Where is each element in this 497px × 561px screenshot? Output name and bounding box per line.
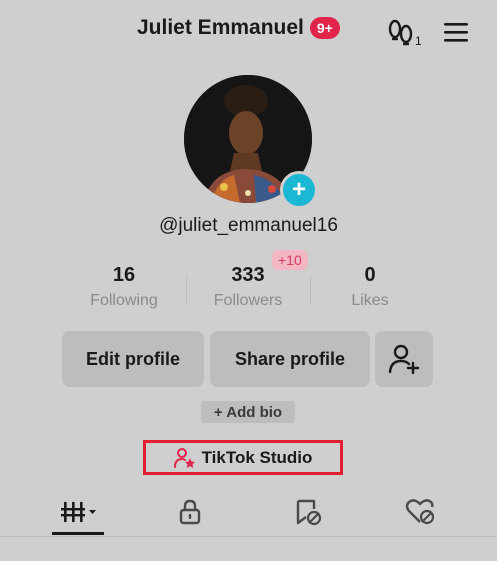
likes-count: 0	[364, 264, 376, 286]
notification-badge: 9+	[309, 17, 340, 39]
stat-following[interactable]: 16 Following	[62, 262, 186, 310]
chevron-down-icon	[89, 510, 96, 514]
stat-likes[interactable]: 0 Likes	[308, 262, 432, 310]
content-tabs	[0, 490, 497, 536]
friends-count: 1	[415, 34, 422, 48]
creator-star-icon	[173, 447, 195, 468]
followers-label: Followers	[213, 292, 283, 309]
footprints-icon: 1	[388, 19, 422, 48]
tiktok-studio-label: TikTok Studio	[201, 447, 313, 467]
add-avatar-button[interactable]: +	[280, 171, 318, 209]
add-user-icon	[388, 344, 420, 375]
menu-button[interactable]	[442, 20, 470, 44]
edit-profile-button[interactable]: Edit profile	[62, 331, 204, 387]
share-profile-button[interactable]: Share profile	[210, 331, 370, 387]
liked-hidden-icon	[405, 499, 435, 525]
friends-button[interactable]: 1	[385, 18, 425, 48]
following-label: Following	[90, 292, 158, 309]
hamburger-menu-icon	[444, 23, 468, 42]
tabs-divider	[0, 536, 497, 537]
top-bar: Juliet Emmanuel 9+ 1	[0, 0, 497, 64]
profile-title: Juliet Emmanuel	[137, 16, 304, 39]
plus-icon: +	[291, 176, 306, 203]
reposts-icon	[296, 499, 322, 526]
stat-followers[interactable]: 333 Followers	[186, 262, 310, 310]
following-count: 16	[112, 264, 136, 286]
add-friends-button[interactable]	[375, 331, 433, 387]
likes-label: Likes	[351, 292, 389, 309]
tab-videos[interactable]	[45, 490, 115, 534]
videos-grid-icon	[61, 502, 96, 522]
tiktok-studio-button[interactable]: TikTok Studio	[143, 440, 343, 475]
followers-count: 333	[231, 264, 265, 286]
profile-stats: 16 Following 333 Followers 0 Likes	[62, 262, 432, 318]
username: @juliet_emmanuel16	[159, 215, 338, 236]
tab-reposts[interactable]	[272, 490, 342, 534]
lock-icon	[179, 499, 201, 525]
active-tab-indicator	[52, 532, 104, 535]
account-switcher[interactable]: Juliet Emmanuel 9+	[137, 16, 340, 40]
add-bio-button[interactable]: + Add bio	[201, 401, 295, 423]
tab-liked[interactable]	[385, 490, 455, 534]
tab-private[interactable]	[155, 490, 225, 534]
